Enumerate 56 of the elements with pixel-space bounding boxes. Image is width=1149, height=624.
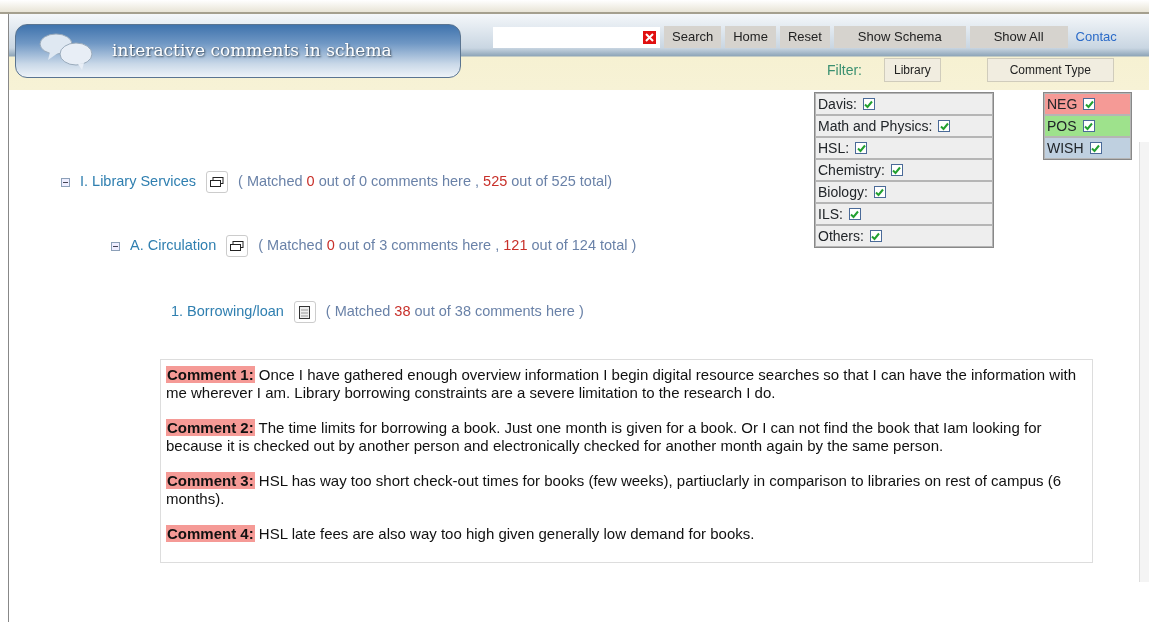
comment-text: Comment 3: HSL has way too short check-out times for books (few weeks), partiuclarly in comparison to libraries on rest of campus (6 months).: [166, 472, 1063, 508]
comment-text: Comment 2: The time limits for borrowing a book. Just one month is given for a book. Or I can not find the book that Iam looking for because it is checked out by another person and electronically checked for another month again by the same person.: [166, 419, 1043, 455]
view-button[interactable]: [293, 301, 316, 323]
filter-option: Others:: [818, 226, 864, 246]
type-option-label: NEG: [1047, 95, 1078, 114]
speech-bubbles-icon: [38, 32, 94, 70]
checkbox[interactable]: [869, 230, 882, 242]
view-button[interactable]: [206, 171, 229, 193]
comment-label: Comment 2:: [166, 419, 255, 436]
comment-label: Comment 4:: [166, 525, 255, 542]
scrollbar[interactable]: [1139, 142, 1149, 582]
view-button[interactable]: [226, 235, 249, 257]
match-stats: ( Matched 0 out of 0 comments here , 525 out of 525 total): [238, 172, 613, 192]
checkbox[interactable]: [890, 164, 903, 176]
checkbox[interactable]: [848, 208, 861, 220]
comment-label: Comment 3:: [166, 472, 255, 489]
comment-text: Comment 4: HSL late fees are also way too high given generally low demand for books.: [166, 525, 756, 543]
checkbox[interactable]: [1082, 120, 1095, 132]
tree-link[interactable]: 1. Borrowing/loan: [171, 301, 284, 323]
logo-text: interactive comments in schema: [112, 39, 392, 63]
filter-option: HSL:: [818, 138, 850, 158]
checkbox[interactable]: [862, 98, 875, 110]
checkbox[interactable]: [855, 142, 868, 154]
comment-text: Comment 1: Once I have gathered enough overview information I begin digital resource searches so that I can have the information with me wherever I am. Library borrowing constraints are a severe limitation to the research I do.: [166, 366, 1077, 402]
expander-icon[interactable]: [111, 241, 120, 251]
checkbox[interactable]: [873, 186, 886, 198]
toolbar-button[interactable]: Reset: [779, 26, 830, 48]
windows-icon: [210, 176, 225, 188]
clear-icon[interactable]: [643, 30, 656, 44]
match-stats: ( Matched 0 out of 3 comments here , 121 out of 124 total ): [258, 236, 637, 256]
checkbox[interactable]: [1083, 98, 1096, 110]
tree-link[interactable]: A. Circulation: [130, 235, 217, 257]
toolbar-button[interactable]: Search: [664, 26, 722, 48]
type-option-label: WISH: [1047, 139, 1084, 158]
comment-label: Comment 1:: [166, 366, 255, 383]
toolbar-button[interactable]: Home: [725, 26, 776, 48]
toolbar-button[interactable]: Show All: [969, 26, 1068, 48]
filter-option: Chemistry:: [818, 160, 885, 180]
checkbox[interactable]: [1089, 142, 1102, 154]
filter-option: Davis:: [818, 94, 857, 114]
filter-label: Filter:: [827, 60, 862, 80]
checkbox[interactable]: [938, 120, 951, 132]
filter-option: ILS:: [818, 204, 843, 224]
document-icon: [299, 305, 311, 319]
match-stats: ( Matched 38 out of 38 comments here ): [325, 302, 584, 322]
tree-link[interactable]: I. Library Services: [80, 171, 197, 193]
filter-button[interactable]: Library: [884, 58, 941, 82]
type-option-label: POS: [1047, 117, 1077, 136]
expander-icon[interactable]: [61, 177, 70, 187]
filter-button[interactable]: Comment Type: [986, 58, 1114, 82]
contact-link[interactable]: Contac: [1075, 27, 1117, 47]
toolbar-button[interactable]: Show Schema: [833, 26, 966, 48]
search-field[interactable]: [493, 26, 660, 48]
filter-option: Math and Physics:: [818, 116, 933, 136]
filter-option: Biology:: [818, 182, 868, 202]
windows-icon: [230, 240, 245, 252]
